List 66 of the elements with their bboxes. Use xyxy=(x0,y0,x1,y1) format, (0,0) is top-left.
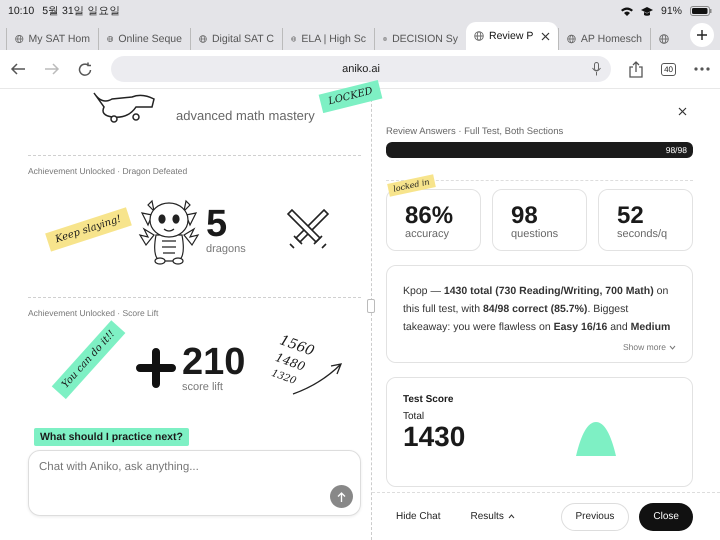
date-text: 5월 31일 일요일 xyxy=(42,4,121,18)
reload-icon[interactable] xyxy=(78,62,93,76)
previous-button[interactable]: Previous xyxy=(560,502,630,530)
share-icon[interactable] xyxy=(629,60,644,78)
arrow-up-icon xyxy=(337,492,346,502)
globe-icon xyxy=(199,34,207,44)
browser-tab[interactable]: Online Seque xyxy=(98,28,190,50)
progress-reading: 98/98 xyxy=(666,145,687,155)
review-title: Review Answers · Full Test, Both Sections xyxy=(386,126,564,137)
sticker-note: locked in xyxy=(387,174,436,197)
stat-label: seconds/q xyxy=(617,228,668,240)
chevron-up-icon xyxy=(508,514,515,519)
browser-tab[interactable]: AP Homesch xyxy=(558,28,650,50)
more-icon[interactable] xyxy=(694,67,710,71)
globe-icon xyxy=(291,34,296,44)
stat-label: accuracy xyxy=(405,228,450,240)
browser-tab[interactable]: Review P xyxy=(466,22,558,50)
dragon-count: 5 xyxy=(206,205,228,243)
plus-icon xyxy=(696,29,708,41)
suggestion-chip[interactable]: What should I practice next? xyxy=(34,428,189,446)
stat-value: 86% xyxy=(405,204,454,228)
wifi-icon xyxy=(620,6,633,16)
handwritten-score: 1320 xyxy=(270,368,298,388)
summary-text: Kpop — 1430 total (730 Reading/Writing, 700 Math) on this full test, with 84/98 correct (85.7%). Biggest takeaway: you were flawless on Easy 16/16 and Medium xyxy=(403,284,672,335)
score-curve-drawing xyxy=(576,422,616,456)
browser-tab[interactable]: Digital SAT C xyxy=(190,28,282,50)
battery-icon xyxy=(690,6,712,16)
results-button[interactable]: Results xyxy=(460,505,525,528)
globe-icon xyxy=(107,34,114,44)
browser-tab[interactable]: My SAT Hom xyxy=(6,28,98,50)
plus-icon xyxy=(136,348,176,388)
tab-count-button[interactable]: 40 xyxy=(661,62,676,76)
chat-input[interactable]: Chat with Aniko, ask anything... xyxy=(28,450,361,516)
globe-icon xyxy=(474,31,484,41)
mastery-caption: advanced math mastery xyxy=(176,108,315,123)
score-value: 1430 xyxy=(403,422,466,452)
battery-percent: 91% xyxy=(660,5,682,17)
globe-icon xyxy=(15,34,24,44)
globe-icon xyxy=(383,34,388,44)
globe-icon xyxy=(659,34,669,44)
stat-value: 98 xyxy=(511,204,539,228)
score-lift-value: 210 xyxy=(182,343,246,381)
stat-label: questions xyxy=(511,228,560,240)
microphone-icon[interactable] xyxy=(592,62,602,76)
close-icon[interactable] xyxy=(541,32,550,40)
score-lift-unit: score lift xyxy=(182,381,224,393)
graduation-cap-icon xyxy=(640,6,653,16)
chevron-down-icon xyxy=(669,344,676,350)
stat-value: 52 xyxy=(617,204,645,228)
globe-icon xyxy=(567,34,576,44)
clock-time: 10:10 xyxy=(8,5,34,17)
back-icon[interactable] xyxy=(10,62,26,76)
show-more-button[interactable]: Show more xyxy=(623,342,676,352)
new-tab-button[interactable] xyxy=(690,23,714,47)
achievement-label: Achievement Unlocked · Score Lift xyxy=(28,308,160,318)
score-label: Total xyxy=(403,411,426,422)
score-title: Test Score xyxy=(403,394,454,405)
close-icon[interactable] xyxy=(678,107,687,116)
hide-chat-button[interactable]: Hide Chat xyxy=(386,505,450,528)
sticker-note: You can do it!! xyxy=(52,320,126,400)
count-unit: dragons xyxy=(206,243,246,255)
browser-tab[interactable]: ELA | High Sc xyxy=(282,28,374,50)
address-bar[interactable]: aniko.ai xyxy=(111,56,612,82)
resize-handle[interactable] xyxy=(367,299,375,313)
achievement-label: Achievement Unlocked · Dragon Defeated xyxy=(28,166,188,176)
close-button[interactable]: Close xyxy=(639,502,693,530)
